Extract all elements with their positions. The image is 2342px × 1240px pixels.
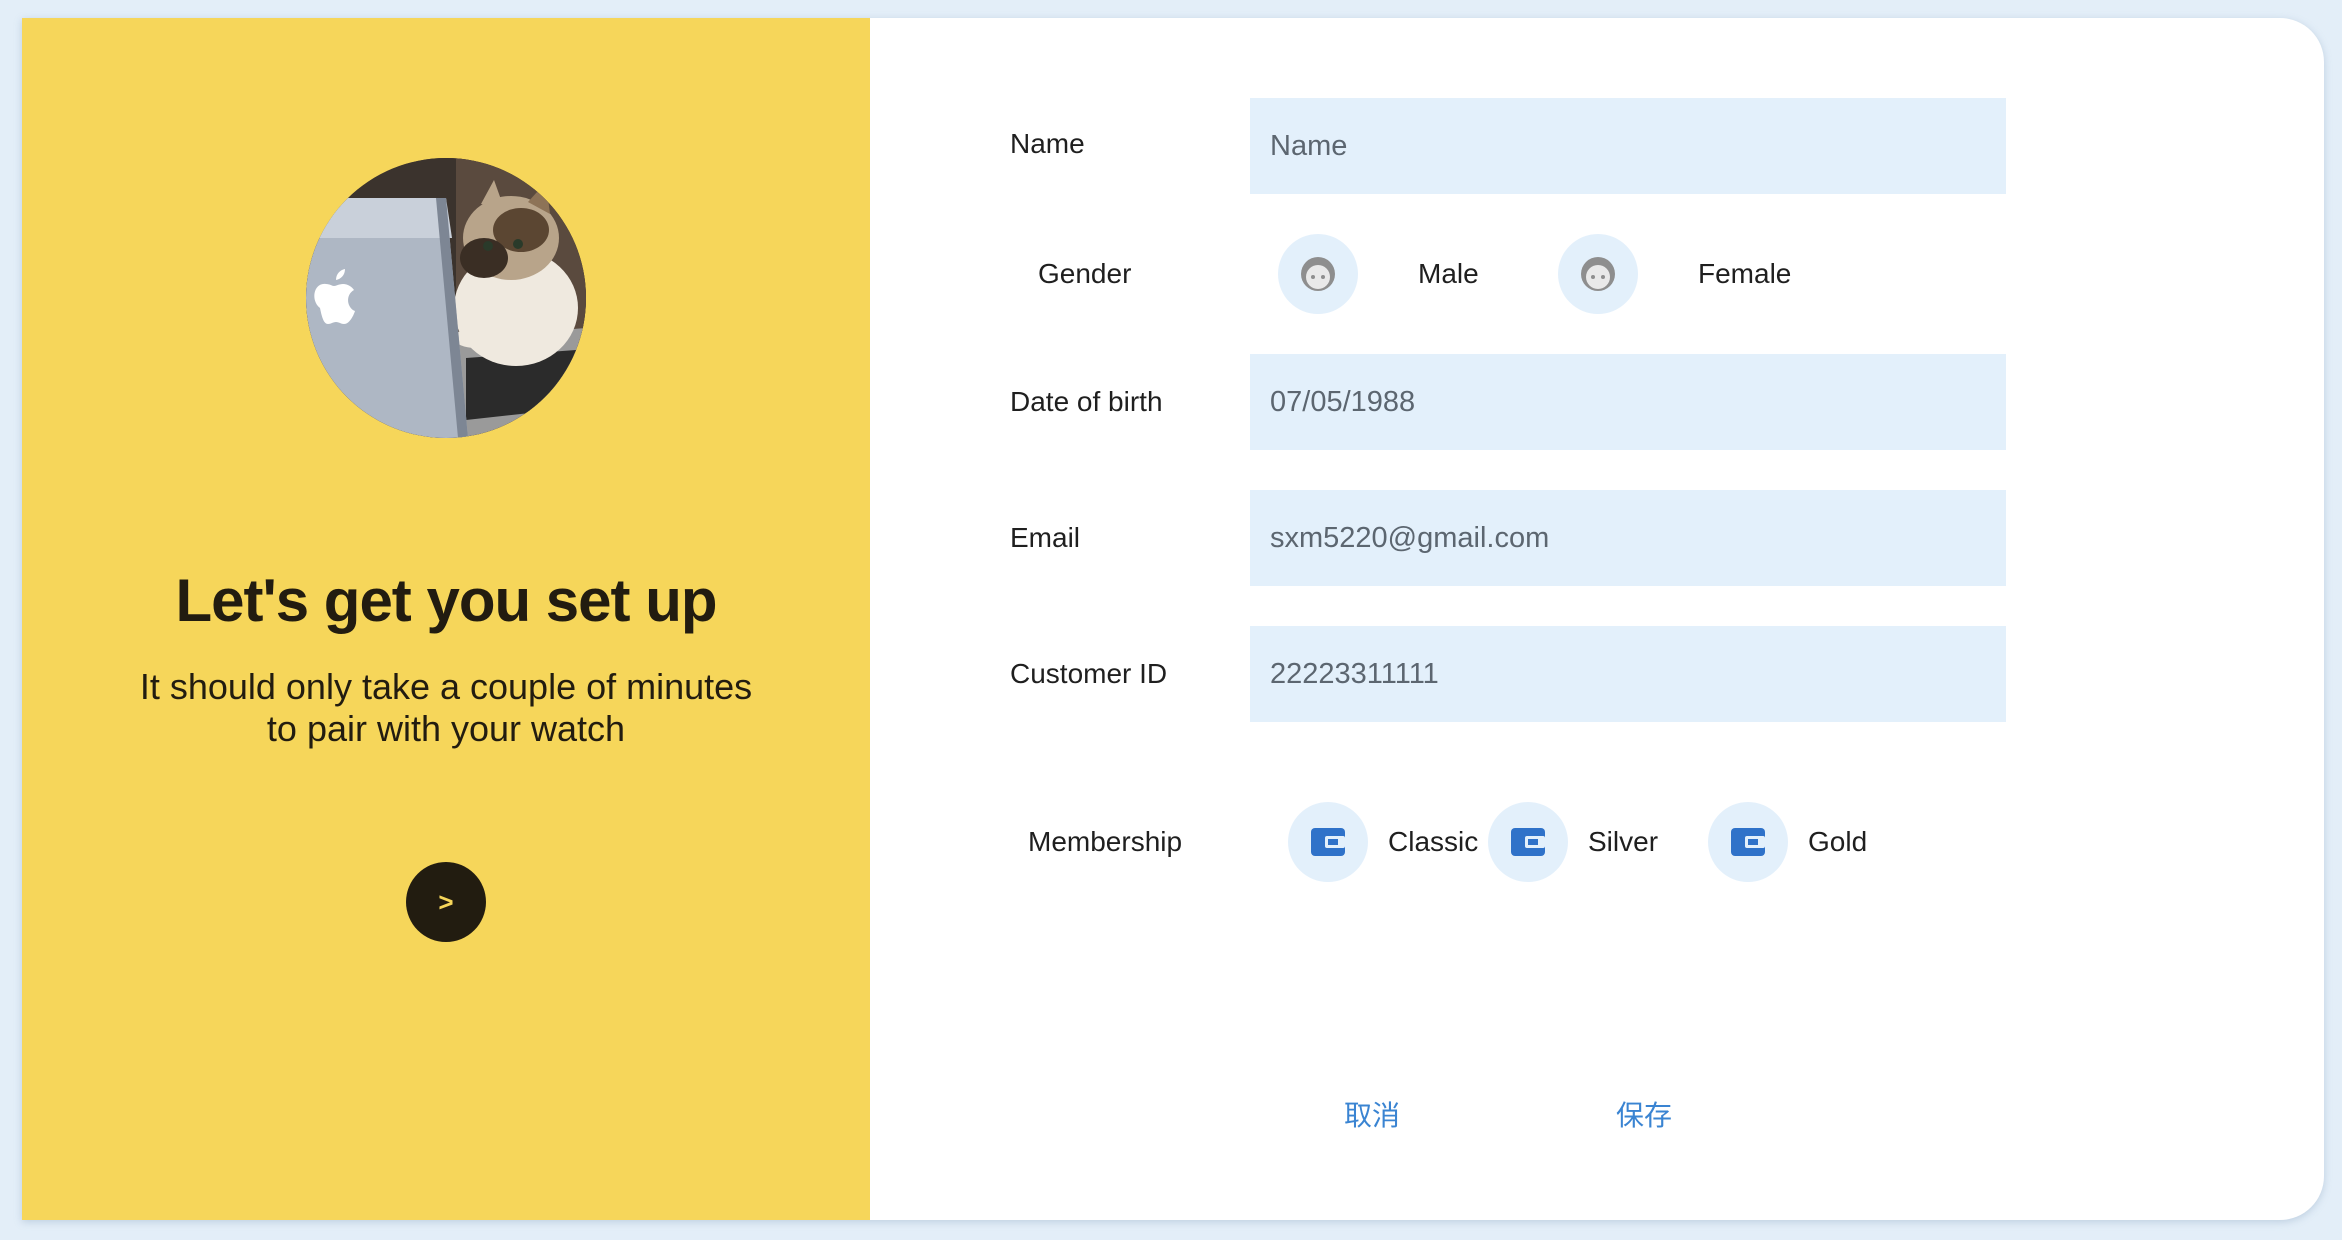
wallet-icon: [1311, 828, 1345, 856]
membership-gold-option[interactable]: [1708, 802, 1788, 882]
gender-female-label[interactable]: Female: [1698, 258, 1791, 290]
save-button[interactable]: 保存: [1616, 1094, 1672, 1134]
email-input[interactable]: [1250, 490, 2006, 586]
name-label: Name: [1010, 128, 1085, 159]
membership-gold-label[interactable]: Gold: [1808, 826, 1867, 858]
membership-classic-option[interactable]: [1288, 802, 1368, 882]
customer-id-label: Customer ID: [1010, 658, 1168, 689]
subline-line-1: It should only take a couple of minutes: [139, 666, 753, 707]
intro-panel: Let's get you set up It should only take…: [22, 18, 870, 1220]
name-input[interactable]: [1250, 98, 2006, 194]
cat-laptop-photo: [306, 158, 586, 438]
page-subline: It should only take a couple of minutes …: [22, 666, 870, 750]
dob-label: Date of birth: [1010, 386, 1163, 417]
gender-label: Gender: [1038, 258, 1132, 289]
subline-line-2: to pair with your watch: [266, 708, 626, 749]
membership-silver-label[interactable]: Silver: [1588, 826, 1658, 858]
wallet-icon: [1511, 828, 1545, 856]
gender-female-option[interactable]: [1558, 234, 1638, 314]
gender-male-option[interactable]: [1278, 234, 1358, 314]
cancel-button[interactable]: 取消: [1344, 1094, 1400, 1134]
page-headline: Let's get you set up: [175, 567, 717, 634]
membership-silver-option[interactable]: [1488, 802, 1568, 882]
membership-label: Membership: [1028, 826, 1183, 857]
customer-id-input[interactable]: [1250, 626, 2006, 722]
membership-classic-label[interactable]: Classic: [1388, 826, 1478, 858]
face-icon: [1301, 257, 1335, 291]
next-button[interactable]: >: [406, 862, 486, 942]
gender-male-label[interactable]: Male: [1418, 258, 1479, 290]
dob-input[interactable]: [1250, 354, 2006, 450]
avatar: [306, 158, 586, 438]
wallet-icon: [1731, 828, 1765, 856]
face-icon: [1581, 257, 1615, 291]
setup-card: Let's get you set up It should only take…: [22, 18, 2324, 1220]
email-label: Email: [1010, 522, 1081, 553]
